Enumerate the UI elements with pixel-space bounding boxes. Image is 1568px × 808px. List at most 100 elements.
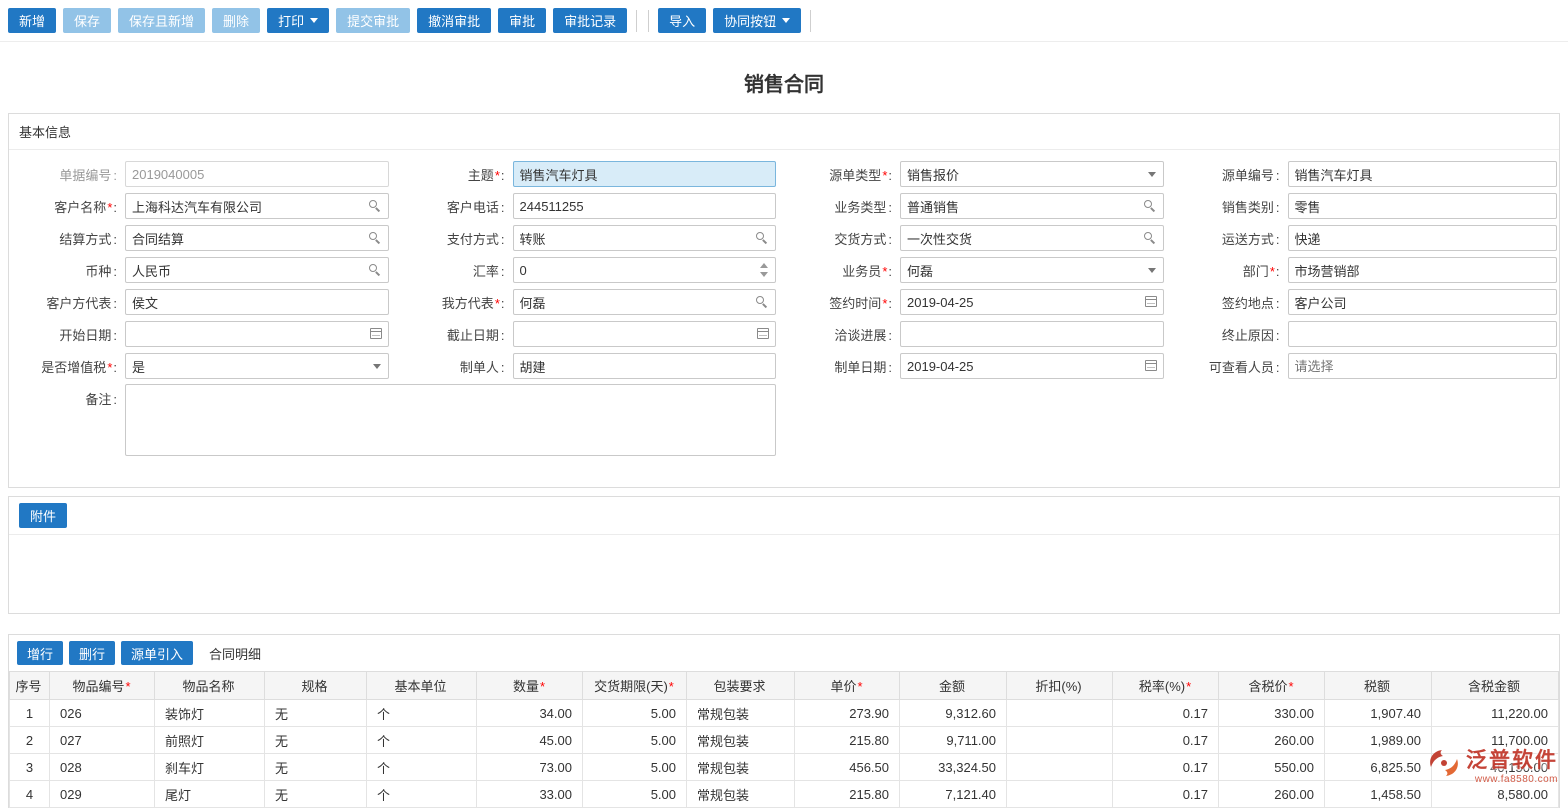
table-cell[interactable]: 260.00 (1218, 726, 1325, 754)
customer-phone-input[interactable] (512, 193, 776, 219)
approve-button[interactable]: 审批 (498, 8, 547, 33)
table-cell[interactable]: 5.00 (582, 726, 687, 754)
source-type-select[interactable] (900, 161, 1164, 187)
collaboration-button[interactable]: 协同按钮 (713, 8, 802, 33)
table-cell[interactable] (1006, 780, 1113, 808)
table-cell[interactable]: 028 (49, 753, 155, 781)
cancel-approval-button[interactable]: 撤消审批 (417, 8, 492, 33)
search-icon[interactable] (756, 296, 769, 309)
chevron-down-icon[interactable] (1147, 172, 1156, 177)
search-icon[interactable] (756, 232, 769, 245)
table-cell[interactable]: 260.00 (1218, 780, 1325, 808)
table-cell[interactable]: 40,150.00 (1431, 753, 1559, 781)
chevron-down-icon[interactable] (1147, 268, 1156, 273)
table-cell[interactable]: 1,989.00 (1324, 726, 1432, 754)
table-row[interactable]: 3 028 刹车灯 无 个 73.00 5.00 常规包装 456.50 33,… (9, 753, 1559, 781)
table-cell[interactable]: 0.17 (1112, 726, 1219, 754)
table-cell[interactable]: 无 (264, 726, 367, 754)
search-icon[interactable] (368, 232, 382, 245)
table-cell[interactable]: 215.80 (794, 780, 900, 808)
table-row[interactable]: 1 026 装饰灯 无 个 34.00 5.00 常规包装 273.90 9,3… (9, 699, 1559, 727)
termination-reason-input[interactable] (1287, 321, 1557, 347)
table-cell[interactable]: 个 (366, 699, 477, 727)
calendar-icon[interactable] (1144, 360, 1157, 371)
our-rep-input[interactable] (512, 289, 776, 315)
table-cell[interactable]: 个 (366, 780, 477, 808)
table-cell[interactable]: 5.00 (582, 699, 687, 727)
table-cell[interactable]: 0.17 (1112, 699, 1219, 727)
table-cell[interactable] (1006, 726, 1113, 754)
submit-approval-button[interactable]: 提交审批 (336, 8, 411, 33)
settlement-method-input[interactable] (125, 225, 389, 251)
customer-name-input[interactable] (125, 193, 389, 219)
approval-record-button[interactable]: 审批记录 (553, 8, 628, 33)
delivery-method-input[interactable] (900, 225, 1164, 251)
print-button[interactable]: 打印 (267, 8, 330, 33)
sign-place-input[interactable] (1287, 289, 1557, 315)
shipping-method-input[interactable] (1287, 225, 1557, 251)
table-cell[interactable]: 33,324.50 (899, 753, 1007, 781)
source-import-button[interactable]: 源单引入 (121, 641, 194, 665)
new-button[interactable]: 新增 (8, 8, 57, 33)
source-no-input[interactable] (1287, 161, 1557, 187)
remark-textarea[interactable] (125, 384, 776, 456)
table-cell[interactable]: 常规包装 (686, 780, 795, 808)
table-cell[interactable]: 5.00 (582, 780, 687, 808)
currency-input[interactable] (125, 257, 389, 283)
table-cell[interactable]: 8,580.00 (1431, 780, 1559, 808)
preparer-input[interactable] (512, 353, 776, 379)
save-button[interactable]: 保存 (63, 8, 112, 33)
table-cell[interactable]: 6,825.50 (1324, 753, 1432, 781)
payment-method-input[interactable] (512, 225, 776, 251)
table-cell[interactable]: 1,458.50 (1324, 780, 1432, 808)
table-cell[interactable]: 前照灯 (154, 726, 265, 754)
customer-rep-input[interactable] (125, 289, 389, 315)
business-type-input[interactable] (900, 193, 1164, 219)
table-cell[interactable]: 11,700.00 (1431, 726, 1559, 754)
table-cell[interactable]: 45.00 (476, 726, 583, 754)
delete-row-button[interactable]: 删行 (69, 641, 116, 665)
table-cell[interactable]: 无 (264, 699, 367, 727)
viewers-input[interactable] (1287, 353, 1557, 379)
table-cell[interactable]: 常规包装 (686, 726, 795, 754)
search-icon[interactable] (368, 264, 382, 277)
search-icon[interactable] (1143, 232, 1157, 245)
table-cell[interactable]: 026 (49, 699, 155, 727)
import-button[interactable]: 导入 (658, 8, 707, 33)
attachments-button[interactable]: 附件 (19, 503, 68, 528)
is-vat-select[interactable] (125, 353, 389, 379)
delete-button[interactable]: 删除 (212, 8, 261, 33)
table-cell[interactable]: 装饰灯 (154, 699, 265, 727)
table-cell[interactable]: 0.17 (1112, 780, 1219, 808)
table-cell[interactable]: 1,907.40 (1324, 699, 1432, 727)
subject-input[interactable] (512, 161, 776, 187)
department-input[interactable] (1287, 257, 1557, 283)
table-cell[interactable]: 无 (264, 780, 367, 808)
search-icon[interactable] (368, 200, 382, 213)
table-cell[interactable]: 0.17 (1112, 753, 1219, 781)
table-cell[interactable]: 273.90 (794, 699, 900, 727)
table-cell[interactable] (1006, 753, 1113, 781)
table-cell[interactable]: 027 (49, 726, 155, 754)
table-cell[interactable]: 常规包装 (686, 753, 795, 781)
table-cell[interactable]: 7,121.40 (899, 780, 1007, 808)
stepper-icon[interactable] (760, 262, 769, 278)
negotiation-progress-input[interactable] (900, 321, 1164, 347)
chevron-down-icon[interactable] (372, 364, 381, 369)
table-cell[interactable]: 330.00 (1218, 699, 1325, 727)
add-row-button[interactable]: 增行 (17, 641, 64, 665)
table-cell[interactable]: 215.80 (794, 726, 900, 754)
calendar-icon[interactable] (757, 328, 769, 339)
salesman-select[interactable] (900, 257, 1164, 283)
end-date-input[interactable] (512, 321, 776, 347)
search-icon[interactable] (1143, 200, 1157, 213)
calendar-icon[interactable] (1144, 296, 1157, 307)
table-cell[interactable]: 5.00 (582, 753, 687, 781)
table-cell[interactable]: 个 (366, 726, 477, 754)
table-cell[interactable]: 9,312.60 (899, 699, 1007, 727)
table-cell[interactable]: 11,220.00 (1431, 699, 1559, 727)
save-and-new-button[interactable]: 保存且新增 (118, 8, 206, 33)
table-cell[interactable]: 550.00 (1218, 753, 1325, 781)
table-cell[interactable]: 73.00 (476, 753, 583, 781)
sales-category-input[interactable] (1287, 193, 1557, 219)
